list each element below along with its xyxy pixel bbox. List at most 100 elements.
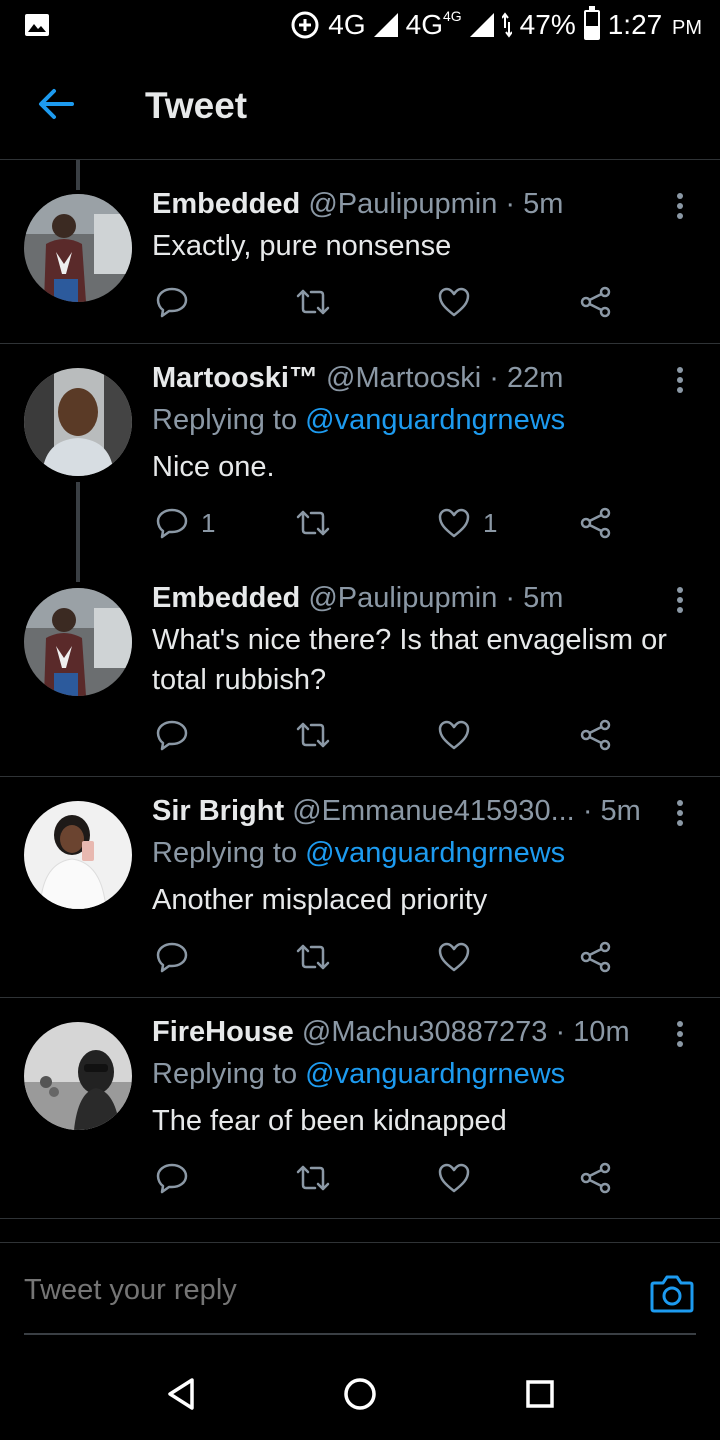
divider (0, 776, 720, 777)
display-name[interactable]: Embedded (152, 188, 300, 220)
timestamp: · 5m (582, 795, 641, 827)
timestamp: · 10m (555, 1016, 630, 1048)
battery-percent: 47% (519, 9, 576, 40)
camera-icon[interactable] (650, 1273, 694, 1313)
more-options-icon[interactable] (670, 1020, 690, 1050)
handle[interactable]: @Paulipupmin (308, 582, 497, 614)
share-button[interactable] (579, 506, 613, 540)
heart-icon (438, 1163, 470, 1193)
avatar[interactable] (24, 1022, 132, 1130)
like-button[interactable]: 1 (437, 506, 497, 540)
reply-button[interactable] (155, 940, 201, 974)
reply-button[interactable] (155, 285, 201, 319)
avatar[interactable] (24, 588, 132, 696)
retweet-icon (296, 1165, 330, 1191)
handle[interactable]: @Emmanue415930... (292, 795, 575, 827)
mention-link[interactable]: @vanguardngrnews (305, 1058, 565, 1090)
share-button[interactable] (579, 285, 613, 319)
avatar[interactable] (24, 801, 132, 909)
nav-recents-icon[interactable] (520, 1374, 560, 1414)
reply-button[interactable]: 1 (155, 506, 215, 540)
clock-time: 1:27 (607, 9, 663, 40)
reply-icon (156, 508, 188, 539)
status-right: 4G 4G 4G 47% 1:27 PM (290, 4, 702, 46)
retweet-icon (296, 510, 330, 536)
reply-input[interactable] (24, 1265, 624, 1315)
avatar[interactable] (24, 368, 132, 476)
tweet-text: Exactly, pure nonsense (152, 230, 452, 262)
like-button[interactable] (437, 285, 483, 319)
reply-icon (156, 287, 188, 318)
avatar[interactable] (24, 194, 132, 302)
like-button[interactable] (437, 718, 483, 752)
reply-button[interactable] (155, 718, 201, 752)
reply-underline (24, 1333, 696, 1335)
battery-level (585, 25, 598, 38)
share-button[interactable] (579, 1161, 613, 1195)
retweet-button[interactable] (295, 506, 331, 540)
page-title: Tweet (145, 85, 248, 126)
reply-icon (156, 720, 188, 751)
handle[interactable]: @Martooski (326, 362, 481, 394)
like-button[interactable] (437, 940, 483, 974)
share-button[interactable] (579, 940, 613, 974)
nav-back-icon[interactable] (162, 1374, 202, 1414)
display-name[interactable]: Embedded (152, 582, 300, 614)
header: Tweet (0, 60, 720, 160)
more-options-icon[interactable] (670, 586, 690, 616)
status-bar: 4G 4G 4G 47% 1:27 PM (0, 0, 720, 50)
share-icon (580, 941, 611, 973)
data-arrows-icon (501, 12, 512, 38)
reply-bar (0, 1242, 720, 1335)
retweet-button[interactable] (295, 285, 331, 319)
tweet-meta: FireHouse @Machu30887273 · 10m (152, 1016, 630, 1049)
like-button[interactable] (437, 1161, 483, 1195)
more-options-icon[interactable] (670, 799, 690, 829)
retweet-icon (296, 944, 330, 970)
timestamp: · 5m (505, 582, 564, 614)
clock-ampm: PM (672, 17, 702, 39)
retweet-button[interactable] (295, 940, 331, 974)
signal-icon-2 (469, 13, 494, 37)
share-icon (580, 1162, 611, 1194)
gallery-icon (25, 14, 49, 36)
tweet-actions: 1 1 (155, 506, 625, 542)
replying-prefix: Replying to (152, 404, 298, 436)
more-options-icon[interactable] (670, 366, 690, 396)
reply-button[interactable] (155, 1161, 201, 1195)
more-options-icon[interactable] (670, 192, 690, 222)
display-name[interactable]: Martooski™ (152, 362, 318, 394)
display-name[interactable]: FireHouse (152, 1016, 294, 1048)
tweet-meta: Embedded @Paulipupmin · 5m (152, 582, 563, 615)
mention-link[interactable]: @vanguardngrnews (305, 404, 565, 436)
like-count: 1 (483, 507, 498, 538)
share-icon (580, 286, 611, 318)
system-nav-bar (0, 1344, 720, 1440)
share-button[interactable] (579, 718, 613, 752)
handle[interactable]: @Machu30887273 (302, 1016, 548, 1048)
divider (0, 343, 720, 344)
divider (0, 997, 720, 998)
nav-home-icon[interactable] (340, 1374, 380, 1414)
reply-count: 1 (201, 507, 216, 538)
tweet-text: What's nice there? Is that envagelism or… (152, 624, 667, 696)
timestamp: · 5m (505, 188, 564, 220)
replying-prefix: Replying to (152, 1058, 298, 1090)
handle[interactable]: @Paulipupmin (308, 188, 497, 220)
display-name[interactable]: Sir Bright (152, 795, 284, 827)
tweet-text: Nice one. (152, 451, 275, 483)
back-arrow-icon[interactable] (36, 84, 76, 124)
data-saver-icon (291, 11, 319, 39)
heart-icon (438, 942, 470, 972)
heart-icon (438, 720, 470, 750)
tweet-actions (155, 940, 625, 976)
retweet-button[interactable] (295, 718, 331, 752)
tweet-meta: Sir Bright @Emmanue415930... · 5m (152, 795, 641, 828)
mention-link[interactable]: @vanguardngrnews (305, 837, 565, 869)
network-label-2: 4G (405, 9, 443, 40)
clock: 1:27 PM (608, 9, 702, 41)
retweet-button[interactable] (295, 1161, 331, 1195)
replying-to: Replying to @vanguardngrnews (152, 1058, 565, 1091)
replying-to: Replying to @vanguardngrnews (152, 837, 565, 870)
reply-icon (156, 1163, 188, 1194)
